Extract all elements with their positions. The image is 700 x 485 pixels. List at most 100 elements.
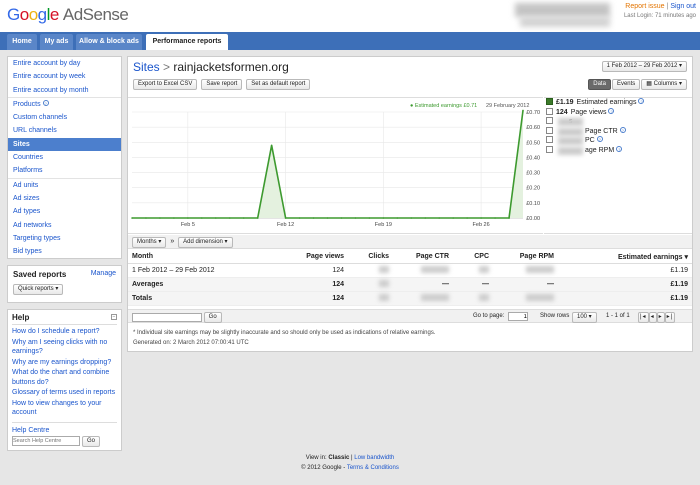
data-point[interactable]	[522, 109, 524, 112]
help-icon[interactable]: ?	[42, 99, 49, 106]
metric-row[interactable]: 124 Page views?	[546, 107, 692, 118]
col-page-rpm[interactable]: Page RPM	[493, 251, 558, 264]
sidebar-item-sites[interactable]: Sites	[8, 137, 121, 152]
report-issue-link[interactable]: Report issue	[625, 3, 664, 10]
data-point[interactable]	[242, 217, 245, 219]
filter-input[interactable]	[132, 312, 202, 322]
export-csv-button[interactable]: Export to Excel CSV	[133, 79, 198, 90]
data-point[interactable]	[494, 217, 496, 219]
adsense-logo[interactable]: Google AdSense	[7, 5, 129, 25]
help-link[interactable]: What do the chart and combine buttons do…	[12, 368, 117, 387]
data-point[interactable]	[173, 217, 175, 219]
help-search-go-button[interactable]: Go	[81, 436, 100, 448]
data-point[interactable]	[438, 217, 441, 219]
events-button[interactable]: Events	[611, 79, 641, 90]
data-point[interactable]	[508, 217, 510, 219]
pager-nav-icons[interactable]: |◂ ◂ ▸ ▸|	[638, 312, 676, 323]
data-point[interactable]	[214, 217, 217, 219]
help-icon[interactable]: ?	[608, 107, 615, 114]
set-default-report-button[interactable]: Set as default report	[246, 79, 311, 90]
data-point[interactable]	[424, 217, 427, 219]
metric-checkbox[interactable]	[546, 145, 553, 153]
data-point[interactable]	[131, 217, 133, 219]
help-search-input[interactable]	[12, 436, 80, 447]
sidebar-item-custom-channels[interactable]: Custom channels	[8, 111, 121, 124]
manage-link[interactable]: Manage	[91, 270, 116, 277]
data-point[interactable]	[256, 217, 259, 219]
data-view-button[interactable]: Data	[588, 79, 611, 90]
sidebar-item-products[interactable]: Products?	[8, 98, 121, 111]
data-point[interactable]	[410, 217, 413, 219]
prev-page-icon[interactable]: ◂	[648, 312, 657, 323]
help-centre-link[interactable]: Help Centre	[12, 426, 117, 436]
metric-checkbox[interactable]	[546, 126, 553, 134]
data-point[interactable]	[480, 217, 482, 219]
col-cpc[interactable]: CPC	[453, 251, 493, 264]
sidebar-item-platforms[interactable]: Platforms	[8, 164, 121, 177]
earnings-chart[interactable]: ● Estimated earnings £0.71 29 February 2…	[128, 97, 543, 234]
data-point[interactable]	[354, 217, 357, 219]
col-estimated-earnings[interactable]: Estimated earnings ▾	[558, 251, 692, 264]
columns-dropdown[interactable]: ▦ Columns ▾	[641, 79, 687, 90]
sign-out-link[interactable]: Sign out	[670, 3, 696, 10]
data-point[interactable]	[284, 217, 287, 219]
last-page-icon[interactable]: ▸|	[664, 312, 676, 323]
metric-row[interactable]: PC?	[546, 136, 692, 146]
collapse-icon[interactable]: −	[111, 314, 117, 321]
data-point[interactable]	[340, 217, 343, 219]
first-page-icon[interactable]: |◂	[638, 312, 649, 323]
tab-my-ads[interactable]: My ads	[40, 34, 73, 50]
metric-row[interactable]: Page CTR?	[546, 126, 692, 137]
metric-checkbox[interactable]	[546, 107, 553, 115]
data-point[interactable]	[452, 217, 454, 219]
save-report-button[interactable]: Save report	[201, 79, 243, 90]
sidebar-item-countries[interactable]: Countries	[8, 151, 121, 164]
help-link[interactable]: How to view changes to your account	[12, 399, 117, 418]
help-link[interactable]: Why are my earnings dropping?	[12, 358, 117, 368]
months-dropdown[interactable]: Months ▾	[132, 237, 167, 248]
metric-checkbox[interactable]	[546, 136, 553, 143]
series-line[interactable]	[132, 110, 524, 219]
data-point[interactable]	[201, 217, 203, 219]
breadcrumb-sites[interactable]: Sites	[133, 60, 160, 74]
add-dimension-dropdown[interactable]: Add dimension ▾	[178, 237, 233, 248]
data-point[interactable]	[326, 217, 329, 219]
data-point[interactable]	[466, 217, 468, 219]
metric-row[interactable]: s	[546, 117, 692, 127]
data-point[interactable]	[312, 217, 315, 219]
data-point[interactable]	[382, 217, 385, 219]
col-clicks[interactable]: Clicks	[348, 251, 393, 264]
sidebar-item-ad-sizes[interactable]: Ad sizes	[8, 192, 121, 205]
metric-row[interactable]: £1.19 Estimated earnings?	[546, 98, 692, 108]
sidebar-item-week[interactable]: Entire account by week	[8, 70, 121, 83]
metric-checkbox[interactable]	[546, 117, 553, 124]
low-bandwidth-link[interactable]: Low bandwidth	[354, 455, 394, 461]
sidebar-item-month[interactable]: Entire account by month	[8, 84, 121, 97]
sidebar-item-ad-units[interactable]: Ad units	[8, 179, 121, 192]
col-month[interactable]: Month	[128, 251, 278, 264]
next-page-icon[interactable]: ▸	[656, 312, 665, 323]
date-range-dropdown[interactable]: 1 Feb 2012 – 29 Feb 2012 ▾	[601, 61, 687, 72]
data-point[interactable]	[159, 217, 161, 219]
metric-checkbox[interactable]	[546, 98, 553, 105]
data-point[interactable]	[298, 217, 301, 219]
help-link[interactable]: How do I schedule a report?	[12, 327, 117, 337]
tab-home[interactable]: Home	[7, 34, 37, 50]
tab-performance-reports[interactable]: Performance reports	[146, 34, 228, 50]
help-link[interactable]: Why am I seeing clicks with no earnings?	[12, 338, 117, 357]
quick-reports-dropdown[interactable]: Quick reports ▾	[13, 284, 64, 296]
data-point[interactable]	[396, 217, 399, 219]
sidebar-item-ad-types[interactable]: Ad types	[8, 205, 121, 218]
metric-row[interactable]: age RPM?	[546, 145, 692, 156]
col-page-ctr[interactable]: Page CTR	[393, 251, 453, 264]
help-link[interactable]: Glossary of terms used in reports	[12, 388, 117, 398]
tab-allow-block-ads[interactable]: Allow & block ads	[76, 34, 142, 50]
sidebar-item-day[interactable]: Entire account by day	[8, 57, 121, 70]
help-icon[interactable]: ?	[596, 136, 603, 142]
data-point[interactable]	[228, 217, 231, 219]
col-page-views[interactable]: Page views	[278, 251, 348, 264]
sidebar-item-ad-networks[interactable]: Ad networks	[8, 219, 121, 232]
sidebar-item-url-channels[interactable]: URL channels	[8, 124, 121, 137]
data-point[interactable]	[187, 217, 189, 219]
filter-go-button[interactable]: Go	[203, 312, 222, 323]
